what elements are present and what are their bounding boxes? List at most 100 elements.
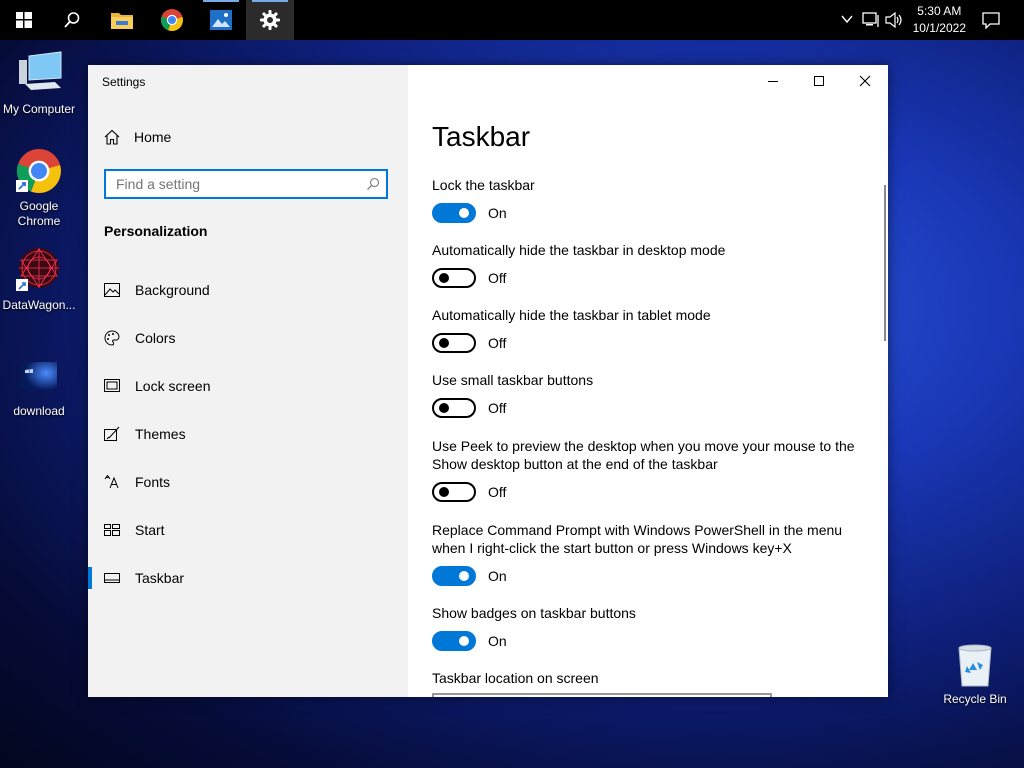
badges-toggle[interactable] xyxy=(432,631,476,651)
file-explorer-button[interactable] xyxy=(98,0,146,40)
toggle-state: On xyxy=(488,205,507,221)
setting-autohide-tablet: Automatically hide the taskbar in tablet… xyxy=(432,306,862,353)
computer-icon xyxy=(15,50,63,98)
fonts-icon xyxy=(88,475,135,489)
taskbar-settings-page: Taskbar Lock the taskbar On Automaticall… xyxy=(432,65,872,697)
sidebar-item-themes[interactable]: Themes xyxy=(88,414,408,454)
autohide-desktop-toggle[interactable] xyxy=(432,268,476,288)
sidebar-item-background[interactable]: Background xyxy=(88,270,408,310)
taskbar-icon xyxy=(88,573,135,583)
setting-badges: Show badges on taskbar buttons On xyxy=(432,604,862,651)
sidebar-item-colors[interactable]: Colors xyxy=(88,318,408,358)
find-setting-search-box[interactable] xyxy=(104,169,388,199)
folder-icon xyxy=(111,13,133,29)
toggle-state: On xyxy=(488,633,507,649)
settings-taskbar-button[interactable] xyxy=(246,0,294,40)
peek-toggle[interactable] xyxy=(432,482,476,502)
setting-label: Taskbar location on screen xyxy=(432,670,599,686)
datawagon-icon xyxy=(15,246,63,294)
autohide-tablet-toggle[interactable] xyxy=(432,333,476,353)
chrome-icon xyxy=(15,147,63,195)
settings-sidebar: Settings Home Personalization Background xyxy=(88,65,408,697)
setting-lock-taskbar: Lock the taskbar On xyxy=(432,176,862,223)
page-title: Taskbar xyxy=(432,121,531,152)
clock[interactable]: 5:30 AM 10/1/2022 xyxy=(913,3,966,37)
desktop-icon-datawagon[interactable]: DataWagon... xyxy=(0,246,78,313)
clock-date: 10/1/2022 xyxy=(912,21,966,35)
setting-label: Show badges on taskbar buttons xyxy=(432,605,636,621)
setting-label: Replace Command Prompt with Windows Powe… xyxy=(432,522,843,556)
desktop-icon-label: My Computer xyxy=(2,102,76,116)
sidebar-item-lock-screen[interactable]: Lock screen xyxy=(88,366,408,406)
sidebar-item-label: Themes xyxy=(135,426,186,442)
network-icon[interactable] xyxy=(862,12,880,28)
start-icon xyxy=(88,524,135,536)
setting-label: Lock the taskbar xyxy=(432,177,535,193)
palette-icon xyxy=(88,330,135,346)
setting-autohide-desktop: Automatically hide the taskbar in deskto… xyxy=(432,241,862,288)
desktop-icon-google-chrome[interactable]: Google Chrome xyxy=(0,147,78,229)
desktop-icon-my-computer[interactable]: My Computer xyxy=(0,50,78,117)
scrollbar-thumb[interactable] xyxy=(884,185,886,341)
sidebar-item-label: Fonts xyxy=(135,474,171,490)
desktop-icon-label: download xyxy=(13,404,65,418)
image-thumbnail-icon xyxy=(15,352,63,400)
windows-logo-icon xyxy=(16,12,32,28)
home-label: Home xyxy=(134,129,172,145)
chrome-taskbar-button[interactable] xyxy=(148,0,196,40)
small-buttons-toggle[interactable] xyxy=(432,398,476,418)
clock-time: 5:30 AM xyxy=(917,4,962,18)
themes-icon xyxy=(88,426,135,442)
image-icon xyxy=(88,283,135,297)
setting-taskbar-location: Taskbar location on screen xyxy=(432,669,862,687)
action-center-icon[interactable] xyxy=(982,12,1000,29)
chevron-up-icon[interactable] xyxy=(840,12,854,26)
toggle-state: Off xyxy=(488,335,507,351)
desktop-icon-download[interactable]: download xyxy=(0,352,78,419)
settings-window: Settings Home Personalization Background xyxy=(88,65,888,697)
sidebar-item-fonts[interactable]: Fonts xyxy=(88,462,408,502)
desktop-icon-recycle-bin[interactable]: Recycle Bin xyxy=(936,640,1014,707)
setting-small-buttons: Use small taskbar buttons Off xyxy=(432,371,862,418)
toggle-state: On xyxy=(488,568,507,584)
taskbar-location-dropdown[interactable] xyxy=(432,693,772,697)
search-button[interactable] xyxy=(48,0,96,40)
photos-icon xyxy=(210,10,232,30)
start-button[interactable] xyxy=(0,0,48,40)
photos-taskbar-button[interactable] xyxy=(197,0,245,40)
taskbar: 5:30 AM 10/1/2022 xyxy=(0,0,1024,40)
sidebar-item-start[interactable]: Start xyxy=(88,510,408,550)
toggle-state: Off xyxy=(488,270,507,286)
setting-powershell: Replace Command Prompt with Windows Powe… xyxy=(432,521,862,586)
gear-icon xyxy=(260,10,280,30)
sidebar-item-label: Lock screen xyxy=(135,378,211,394)
sidebar-item-label: Taskbar xyxy=(135,570,185,586)
search-icon[interactable] xyxy=(366,177,380,191)
chrome-icon xyxy=(160,9,183,32)
setting-label: Automatically hide the taskbar in deskto… xyxy=(432,242,726,258)
sidebar-item-label: Colors xyxy=(135,330,176,346)
volume-icon[interactable] xyxy=(885,12,903,28)
sidebar-item-taskbar[interactable]: Taskbar xyxy=(88,558,408,598)
lock-taskbar-toggle[interactable] xyxy=(432,203,476,223)
window-title: Settings xyxy=(102,75,146,89)
sidebar-item-label: Start xyxy=(135,522,165,538)
desktop-icon-label: DataWagon... xyxy=(2,298,76,312)
powershell-toggle[interactable] xyxy=(432,566,476,586)
recycle-bin-icon xyxy=(951,640,999,688)
setting-label: Use small taskbar buttons xyxy=(432,372,594,388)
sidebar-item-label: Background xyxy=(135,282,210,298)
lock-screen-icon xyxy=(88,379,135,393)
desktop-icon-label: Google Chrome xyxy=(17,199,61,228)
setting-peek: Use Peek to preview the desktop when you… xyxy=(432,437,862,502)
toggle-state: Off xyxy=(488,484,507,500)
desktop-icon-label: Recycle Bin xyxy=(943,692,1007,706)
home-icon xyxy=(104,129,120,145)
setting-label: Automatically hide the taskbar in tablet… xyxy=(432,307,711,323)
toggle-state: Off xyxy=(488,400,507,416)
home-link[interactable]: Home xyxy=(104,129,171,145)
section-heading: Personalization xyxy=(104,223,208,239)
search-input[interactable] xyxy=(106,171,356,197)
search-icon xyxy=(64,12,80,28)
setting-label: Use Peek to preview the desktop when you… xyxy=(432,438,855,472)
